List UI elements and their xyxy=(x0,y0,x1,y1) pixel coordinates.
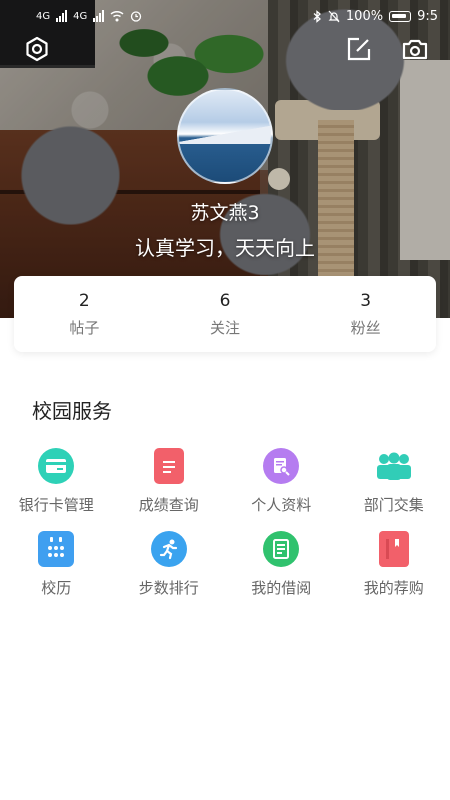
bluetooth-icon xyxy=(313,9,321,23)
service-label: 我的借阅 xyxy=(251,579,312,597)
stat-label: 关注 xyxy=(210,318,241,337)
battery-icon xyxy=(389,10,412,22)
stat-value: 6 xyxy=(219,290,231,311)
service-department[interactable]: 部门交集 xyxy=(338,448,450,515)
stat-followers[interactable]: 3 粉丝 xyxy=(295,276,436,352)
service-my-borrowing[interactable]: 我的借阅 xyxy=(225,531,338,598)
service-label: 成绩查询 xyxy=(138,496,199,514)
service-label: 我的荐购 xyxy=(363,579,424,597)
signal-icon xyxy=(56,10,68,22)
camera-button[interactable] xyxy=(400,34,430,64)
department-people-icon xyxy=(374,448,414,484)
status-bar: 4G 4G 100% 9:5 xyxy=(0,0,450,32)
stats-card: 2 帖子 6 关注 3 粉丝 xyxy=(14,276,436,352)
service-label: 步数排行 xyxy=(138,579,199,597)
settings-hexagon-icon xyxy=(26,36,48,62)
grade-report-icon xyxy=(153,448,184,484)
network-label-2: 4G xyxy=(73,10,88,22)
calendar-icon xyxy=(38,531,75,567)
service-label: 银行卡管理 xyxy=(18,496,94,514)
battery-percent: 100% xyxy=(345,8,384,24)
bank-card-icon xyxy=(38,448,75,484)
service-personal-info[interactable]: 个人资料 xyxy=(225,448,338,515)
service-label: 个人资料 xyxy=(251,496,312,514)
avatar[interactable] xyxy=(177,88,273,184)
stat-value: 3 xyxy=(360,290,372,311)
section-title-campus-services: 校园服务 xyxy=(32,399,112,423)
services-grid: 银行卡管理 成绩查询 个人资料 部门交集 校历 步数排行 我的借阅 我的荐购 xyxy=(0,448,450,598)
service-step-ranking[interactable]: 步数排行 xyxy=(113,531,226,598)
stat-posts[interactable]: 2 帖子 xyxy=(14,276,155,352)
profile-page: 4G 4G 100% 9:5 苏文燕3 认真学习，天天向上 2 帖子 6 关注 … xyxy=(0,0,450,800)
book-borrow-icon xyxy=(263,531,300,567)
mute-icon xyxy=(328,10,340,22)
stat-label: 帖子 xyxy=(69,318,100,337)
service-grade-query[interactable]: 成绩查询 xyxy=(113,448,226,515)
stat-following[interactable]: 6 关注 xyxy=(155,276,296,352)
user-motto: 认真学习，天天向上 xyxy=(135,236,315,260)
edit-icon xyxy=(347,37,371,61)
profile-document-icon xyxy=(263,448,300,484)
signal-icon-2 xyxy=(93,10,105,22)
settings-button[interactable] xyxy=(22,34,52,64)
service-school-calendar[interactable]: 校历 xyxy=(0,531,113,598)
service-my-recommendation[interactable]: 我的荐购 xyxy=(338,531,450,598)
stat-value: 2 xyxy=(78,290,90,311)
book-recommend-icon xyxy=(378,531,409,567)
wifi-icon xyxy=(110,10,124,22)
edit-button[interactable] xyxy=(344,34,374,64)
service-bank-card[interactable]: 银行卡管理 xyxy=(0,448,113,515)
alarm-icon xyxy=(131,11,142,22)
stat-label: 粉丝 xyxy=(350,318,381,337)
user-name: 苏文燕3 xyxy=(190,202,260,224)
camera-icon xyxy=(402,39,428,60)
service-label: 部门交集 xyxy=(363,496,424,514)
network-label: 4G xyxy=(36,10,51,22)
clock: 9:5 xyxy=(417,8,438,24)
service-label: 校历 xyxy=(41,579,72,597)
running-person-icon xyxy=(150,531,187,567)
